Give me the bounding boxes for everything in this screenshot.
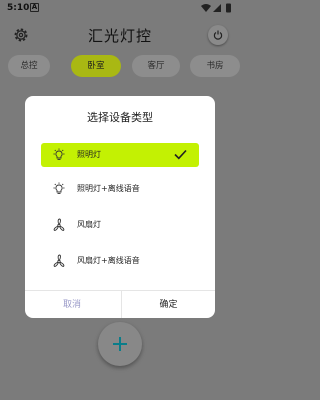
status-time: 5:10 <box>7 3 30 13</box>
signal-icon <box>213 4 221 12</box>
dialog-title: 选择设备类型 <box>87 111 153 124</box>
page-title: 汇光灯控 <box>87 27 152 45</box>
option-label: 风扇灯 <box>77 220 101 229</box>
tab-woshi[interactable]: 卧室 <box>71 55 121 77</box>
wifi-icon <box>201 4 211 12</box>
status-bar: 5:10 A <box>0 0 240 16</box>
option-lighting-voice[interactable]: 照明灯+离线语音 <box>41 177 199 201</box>
fan-icon <box>53 218 65 231</box>
option-fan-light-voice[interactable]: 风扇灯+离线语音 <box>41 249 199 273</box>
power-icon <box>213 30 223 40</box>
option-fan-light[interactable]: 风扇灯 <box>41 213 199 237</box>
cancel-button[interactable]: 取消 <box>25 291 119 318</box>
plus-icon <box>113 337 127 351</box>
device-type-dialog: 选择设备类型 照明灯 照明灯+离线语音 风扇灯 风扇灯+离线语音 取消 确定 <box>25 96 215 318</box>
fan-icon <box>53 254 65 267</box>
tab-keting[interactable]: 客厅 <box>132 55 180 77</box>
lightbulb-icon <box>53 148 65 160</box>
lightbulb-icon <box>53 182 65 194</box>
tab-zongkong[interactable]: 总控 <box>8 55 50 77</box>
option-label: 风扇灯+离线语音 <box>77 256 140 265</box>
confirm-button[interactable]: 确定 <box>121 291 215 318</box>
option-label: 照明灯 <box>77 150 101 159</box>
app-bar: 汇光灯控 <box>0 18 240 54</box>
check-icon <box>174 149 187 160</box>
option-lighting[interactable]: 照明灯 <box>41 143 199 167</box>
room-tabs: 总控 卧室 客厅 书房 <box>0 55 240 77</box>
tab-shufang[interactable]: 书房 <box>190 55 240 77</box>
option-label: 照明灯+离线语音 <box>77 184 140 193</box>
status-icons <box>201 3 231 13</box>
add-device-button[interactable] <box>98 322 142 366</box>
dialog-actions: 取消 确定 <box>25 290 215 318</box>
battery-icon <box>226 3 231 13</box>
power-button[interactable] <box>208 25 228 45</box>
notification-icon: A <box>30 3 39 12</box>
